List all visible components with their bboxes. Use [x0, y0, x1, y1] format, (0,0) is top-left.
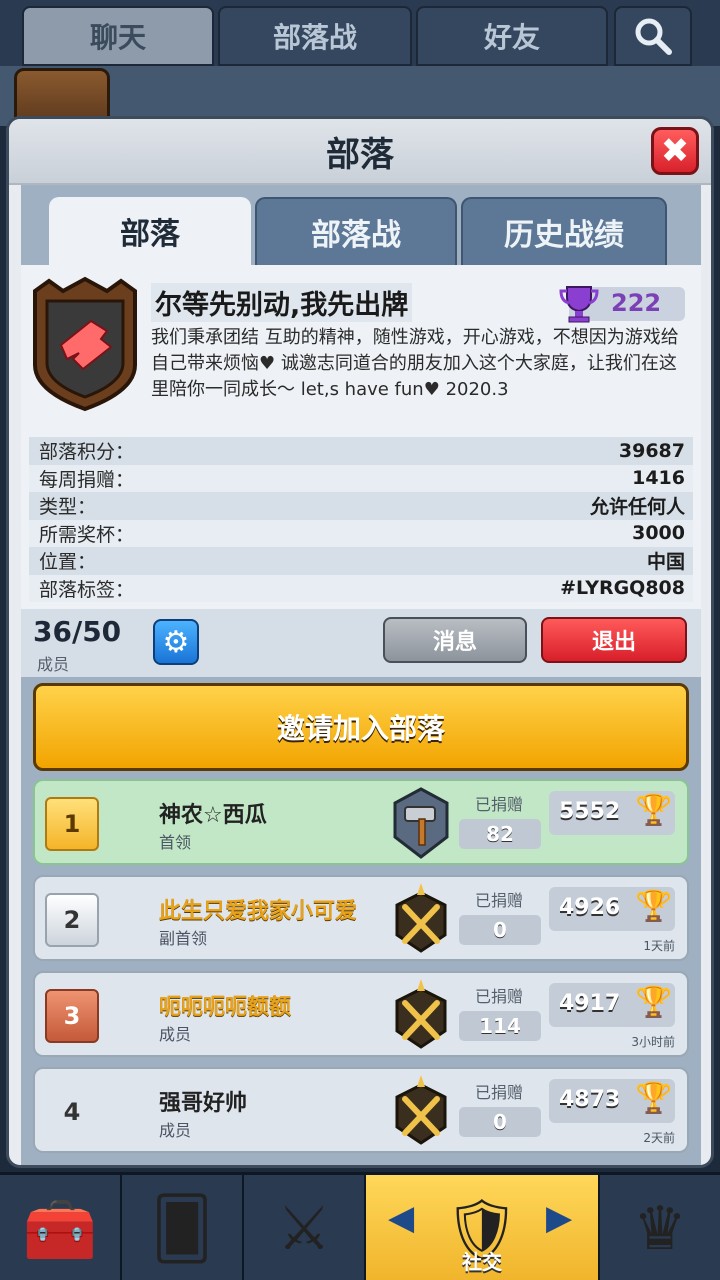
donated-label: 已捐赠 [475, 1083, 524, 1102]
member-role: 成员 [159, 1025, 192, 1044]
trophy-icon [559, 286, 599, 323]
member-name: 此生只爱我家小可爱 [159, 899, 358, 924]
crossed-swords-icon [395, 1075, 447, 1145]
donated-value: 82 [459, 819, 541, 849]
panel-header: 部落 ✖ [9, 119, 711, 185]
crossed-swords-icon [395, 979, 447, 1049]
gear-icon: ⚙ [162, 624, 190, 660]
member-row[interactable]: 1 神农☆西瓜 首领 已捐赠 82 5552 🏆 [33, 779, 689, 865]
clan-name: 尔等先别动,我先出牌 [151, 283, 413, 322]
member-rank: 1 [45, 797, 99, 851]
member-trophies: 4917 [559, 991, 621, 1016]
leave-button[interactable]: 退出 [541, 617, 687, 663]
stat-value: 3000 [632, 522, 685, 545]
search-button[interactable] [614, 6, 692, 66]
member-name: 强哥好帅 [159, 1091, 248, 1116]
member-last-seen: 2天前 [643, 1131, 675, 1145]
member-trophies: 4926 [559, 895, 621, 920]
nav-events[interactable]: ♛ [600, 1175, 720, 1280]
bottom-nav: 🧰 🂠 ⚔ 🛡 ♛ [0, 1172, 720, 1280]
member-rank: 2 [45, 893, 99, 947]
stat-label: 每周捐赠： [39, 468, 135, 491]
member-last-seen: 1天前 [643, 939, 675, 953]
stat-label: 部落标签： [39, 578, 135, 601]
trophy-icon: 🏆 [635, 889, 673, 924]
chevron-left-icon[interactable]: ◀ [388, 1198, 414, 1238]
trophy-icon: 🏆 [635, 1081, 673, 1116]
stat-value: 39687 [618, 439, 685, 462]
member-row[interactable]: 2 此生只爱我家小可爱 副首领 已捐赠 0 4926 🏆 1天前 [33, 875, 689, 961]
stat-value: 允许任何人 [589, 496, 685, 519]
stat-row: 每周捐赠： 1416 [29, 464, 693, 492]
top-tab-bar: 聊天 部落战 好友 [0, 0, 720, 70]
member-role: 成员 [159, 1121, 192, 1140]
donated-value: 0 [459, 1107, 541, 1137]
stat-label: 部落积分： [39, 441, 135, 464]
message-button[interactable]: 消息 [383, 617, 527, 663]
member-last-seen: 3小时前 [631, 1035, 675, 1049]
nav-cards[interactable]: 🂠 [122, 1175, 244, 1280]
trophy-icon: 🏆 [635, 793, 673, 828]
panel-body: 部落 部落战 历史战绩 尔等先别动,我先出牌 222 我们秉承团结 互助的精神，… [21, 185, 701, 1165]
donated-label: 已捐赠 [475, 987, 524, 1006]
chevron-right-icon[interactable]: ▶ [546, 1198, 572, 1238]
member-trophies: 5552 [559, 799, 621, 824]
member-rank: 4 [63, 1098, 81, 1126]
close-button[interactable]: ✖ [651, 127, 699, 175]
donated-value: 0 [459, 915, 541, 945]
members-label: 成员 [37, 655, 70, 674]
clan-trophies: 222 [611, 289, 662, 317]
clan-description: 我们秉承团结 互助的精神，随性游戏，开心游戏，不想因为游戏给自己带来烦恼♥ 诚邀… [151, 327, 679, 400]
tab-chat[interactable]: 聊天 [22, 6, 214, 66]
member-trophies: 4873 [559, 1087, 621, 1112]
nav-active-label: 社交 [462, 1250, 502, 1274]
clan-stats: 部落积分： 39687 每周捐赠： 1416 类型： 允许任何人 所需奖杯： 3000 … [29, 437, 693, 602]
stat-value: 1416 [632, 467, 685, 490]
tab-friends[interactable]: 好友 [416, 6, 608, 66]
trophy-icon: 🏆 [635, 985, 673, 1020]
stat-value: #LYRGQ808 [560, 577, 685, 600]
stat-row: 类型： 允许任何人 [29, 492, 693, 520]
stat-label: 位置： [39, 551, 97, 574]
close-icon: ✖ [660, 131, 690, 171]
nav-shop[interactable]: 🧰 [0, 1175, 122, 1280]
member-role: 副首领 [159, 929, 208, 948]
clan-badge-icon [33, 276, 137, 412]
crossed-swords-icon [395, 883, 447, 953]
member-rank: 3 [45, 989, 99, 1043]
cards-icon: 🂠 [151, 1194, 213, 1264]
stat-label: 类型： [39, 496, 97, 519]
stat-row: 位置： 中国 [29, 547, 693, 575]
subtab-clan[interactable]: 部落 [49, 197, 251, 265]
panel-title: 部落 [326, 134, 394, 175]
stat-row: 部落积分： 39687 [29, 437, 693, 465]
donated-label: 已捐赠 [475, 891, 524, 910]
members-count: 36/50 [33, 615, 122, 648]
crown-icon: ♛ [633, 1194, 687, 1264]
crossed-swords-icon: ⚔ [277, 1194, 331, 1264]
member-name: 神农☆西瓜 [159, 803, 267, 828]
tab-clan-war[interactable]: 部落战 [218, 6, 412, 66]
member-role: 首领 [159, 833, 192, 852]
clan-panel: 部落 ✖ 部落 部落战 历史战绩 尔等先别动,我先出牌 222 我们秉承团结 互… [6, 116, 714, 1168]
member-row[interactable]: 3 呃呃呃呃额额 成员 已捐赠 114 4917 🏆 3小时前 [33, 971, 689, 1057]
donated-label: 已捐赠 [475, 795, 524, 814]
search-icon [635, 18, 672, 55]
clan-settings-button[interactable]: ⚙ [153, 619, 199, 665]
chest-icon: 🧰 [22, 1194, 98, 1265]
stat-row: 部落标签： #LYRGQ808 [29, 574, 693, 602]
subtab-history[interactable]: 历史战绩 [461, 197, 667, 265]
clan-info: 尔等先别动,我先出牌 222 我们秉承团结 互助的精神，随性游戏，开心游戏，不想… [21, 265, 701, 609]
member-name: 呃呃呃呃额额 [159, 995, 292, 1020]
invite-button[interactable]: 邀请加入部落 [33, 683, 689, 771]
hammer-icon [393, 787, 449, 859]
stat-label: 所需奖杯： [39, 523, 135, 546]
stat-value: 中国 [646, 551, 685, 574]
members-bar: 36/50 成员 ⚙ 消息 退出 [21, 609, 701, 677]
subtab-clan-war[interactable]: 部落战 [255, 197, 457, 265]
donated-value: 114 [459, 1011, 541, 1041]
stat-row: 所需奖杯： 3000 [29, 519, 693, 547]
member-row[interactable]: 4 强哥好帅 成员 已捐赠 0 4873 🏆 2天前 [33, 1067, 689, 1153]
nav-battle[interactable]: ⚔ [244, 1175, 366, 1280]
